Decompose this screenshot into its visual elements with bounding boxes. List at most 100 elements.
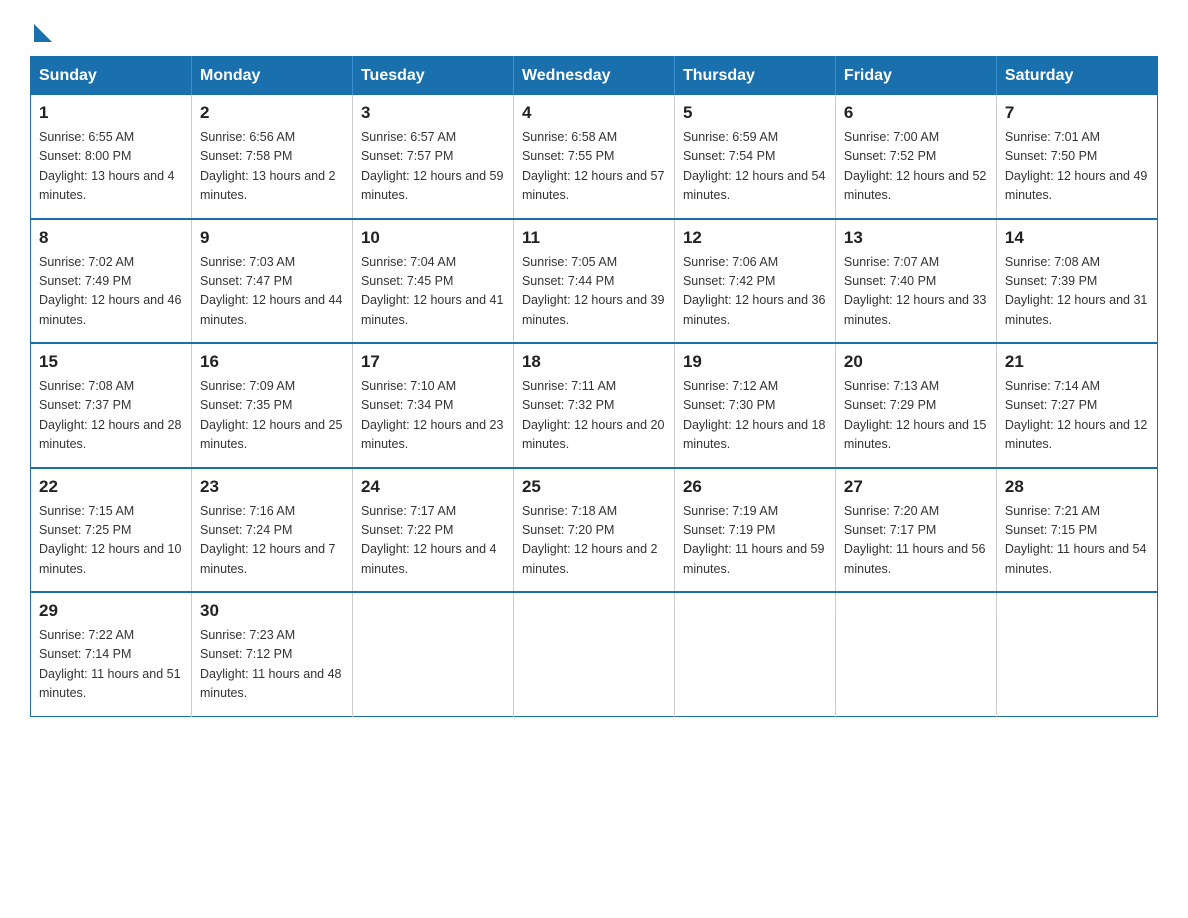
day-number: 2 [200,103,344,123]
calendar-week-row: 29 Sunrise: 7:22 AMSunset: 7:14 PMDayligh… [31,592,1158,716]
day-number: 5 [683,103,827,123]
day-sun-info: Sunrise: 7:15 AMSunset: 7:25 PMDaylight:… [39,502,183,580]
day-sun-info: Sunrise: 7:19 AMSunset: 7:19 PMDaylight:… [683,502,827,580]
calendar-cell: 16 Sunrise: 7:09 AMSunset: 7:35 PMDayligh… [191,343,352,468]
day-number: 8 [39,228,183,248]
calendar-cell: 8 Sunrise: 7:02 AMSunset: 7:49 PMDaylight… [31,219,192,344]
day-sun-info: Sunrise: 7:20 AMSunset: 7:17 PMDaylight:… [844,502,988,580]
calendar-week-row: 15 Sunrise: 7:08 AMSunset: 7:37 PMDayligh… [31,343,1158,468]
day-sun-info: Sunrise: 6:55 AMSunset: 8:00 PMDaylight:… [39,128,183,206]
day-sun-info: Sunrise: 7:04 AMSunset: 7:45 PMDaylight:… [361,253,505,331]
day-number: 4 [522,103,666,123]
calendar-cell: 30Sunrise: 7:23 AMSunset: 7:12 PMDayligh… [191,592,352,716]
day-sun-info: Sunrise: 7:01 AMSunset: 7:50 PMDaylight:… [1005,128,1149,206]
day-number: 17 [361,352,505,372]
day-sun-info: Sunrise: 7:09 AMSunset: 7:35 PMDaylight:… [200,377,344,455]
day-sun-info: Sunrise: 7:10 AMSunset: 7:34 PMDaylight:… [361,377,505,455]
calendar-cell: 4 Sunrise: 6:58 AMSunset: 7:55 PMDaylight… [513,95,674,219]
day-number: 26 [683,477,827,497]
day-of-week-header: Tuesday [352,57,513,96]
day-sun-info: Sunrise: 7:18 AMSunset: 7:20 PMDaylight:… [522,502,666,580]
calendar-cell: 20Sunrise: 7:13 AMSunset: 7:29 PMDayligh… [835,343,996,468]
day-number: 14 [1005,228,1149,248]
day-sun-info: Sunrise: 6:58 AMSunset: 7:55 PMDaylight:… [522,128,666,206]
calendar-cell: 23 Sunrise: 7:16 AMSunset: 7:24 PMDayligh… [191,468,352,593]
calendar-cell: 9 Sunrise: 7:03 AMSunset: 7:47 PMDaylight… [191,219,352,344]
calendar-cell [835,592,996,716]
calendar-cell: 22 Sunrise: 7:15 AMSunset: 7:25 PMDayligh… [31,468,192,593]
day-sun-info: Sunrise: 7:12 AMSunset: 7:30 PMDaylight:… [683,377,827,455]
day-number: 24 [361,477,505,497]
day-sun-info: Sunrise: 6:57 AMSunset: 7:57 PMDaylight:… [361,128,505,206]
page-header [30,20,1158,38]
day-of-week-header: Saturday [996,57,1157,96]
day-number: 19 [683,352,827,372]
calendar-cell: 3 Sunrise: 6:57 AMSunset: 7:57 PMDaylight… [352,95,513,219]
day-sun-info: Sunrise: 7:11 AMSunset: 7:32 PMDaylight:… [522,377,666,455]
calendar-cell: 19 Sunrise: 7:12 AMSunset: 7:30 PMDayligh… [674,343,835,468]
day-of-week-header: Sunday [31,57,192,96]
day-sun-info: Sunrise: 7:06 AMSunset: 7:42 PMDaylight:… [683,253,827,331]
days-header-row: SundayMondayTuesdayWednesdayThursdayFrid… [31,57,1158,96]
calendar-cell: 2 Sunrise: 6:56 AMSunset: 7:58 PMDaylight… [191,95,352,219]
calendar-cell: 13 Sunrise: 7:07 AMSunset: 7:40 PMDayligh… [835,219,996,344]
calendar-cell: 11 Sunrise: 7:05 AMSunset: 7:44 PMDayligh… [513,219,674,344]
day-number: 9 [200,228,344,248]
day-number: 3 [361,103,505,123]
calendar-cell [674,592,835,716]
calendar-cell: 14Sunrise: 7:08 AMSunset: 7:39 PMDayligh… [996,219,1157,344]
calendar-week-row: 8 Sunrise: 7:02 AMSunset: 7:49 PMDaylight… [31,219,1158,344]
day-of-week-header: Wednesday [513,57,674,96]
calendar-cell [352,592,513,716]
calendar-week-row: 1 Sunrise: 6:55 AMSunset: 8:00 PMDaylight… [31,95,1158,219]
calendar-cell: 26 Sunrise: 7:19 AMSunset: 7:19 PMDayligh… [674,468,835,593]
calendar-cell: 15 Sunrise: 7:08 AMSunset: 7:37 PMDayligh… [31,343,192,468]
day-number: 30 [200,601,344,621]
day-sun-info: Sunrise: 6:59 AMSunset: 7:54 PMDaylight:… [683,128,827,206]
day-number: 10 [361,228,505,248]
day-sun-info: Sunrise: 7:17 AMSunset: 7:22 PMDaylight:… [361,502,505,580]
day-number: 21 [1005,352,1149,372]
day-sun-info: Sunrise: 7:21 AMSunset: 7:15 PMDaylight:… [1005,502,1149,580]
calendar-cell: 12 Sunrise: 7:06 AMSunset: 7:42 PMDayligh… [674,219,835,344]
calendar-cell: 17 Sunrise: 7:10 AMSunset: 7:34 PMDayligh… [352,343,513,468]
day-number: 6 [844,103,988,123]
calendar-cell: 5 Sunrise: 6:59 AMSunset: 7:54 PMDaylight… [674,95,835,219]
day-sun-info: Sunrise: 7:00 AMSunset: 7:52 PMDaylight:… [844,128,988,206]
day-sun-info: Sunrise: 7:03 AMSunset: 7:47 PMDaylight:… [200,253,344,331]
logo-triangle-icon [34,24,52,42]
day-number: 27 [844,477,988,497]
day-number: 28 [1005,477,1149,497]
calendar-cell: 27 Sunrise: 7:20 AMSunset: 7:17 PMDayligh… [835,468,996,593]
day-number: 23 [200,477,344,497]
day-number: 15 [39,352,183,372]
day-sun-info: Sunrise: 7:16 AMSunset: 7:24 PMDaylight:… [200,502,344,580]
day-number: 11 [522,228,666,248]
calendar-cell: 6 Sunrise: 7:00 AMSunset: 7:52 PMDaylight… [835,95,996,219]
calendar-cell: 25Sunrise: 7:18 AMSunset: 7:20 PMDayligh… [513,468,674,593]
calendar-cell: 28 Sunrise: 7:21 AMSunset: 7:15 PMDayligh… [996,468,1157,593]
calendar-cell [996,592,1157,716]
day-of-week-header: Thursday [674,57,835,96]
calendar-cell: 7 Sunrise: 7:01 AMSunset: 7:50 PMDaylight… [996,95,1157,219]
logo [30,20,52,38]
day-number: 12 [683,228,827,248]
calendar-cell: 21 Sunrise: 7:14 AMSunset: 7:27 PMDayligh… [996,343,1157,468]
day-number: 29 [39,601,183,621]
day-sun-info: Sunrise: 7:08 AMSunset: 7:37 PMDaylight:… [39,377,183,455]
day-number: 13 [844,228,988,248]
calendar-week-row: 22 Sunrise: 7:15 AMSunset: 7:25 PMDayligh… [31,468,1158,593]
day-sun-info: Sunrise: 7:13 AMSunset: 7:29 PMDaylight:… [844,377,988,455]
day-number: 16 [200,352,344,372]
day-sun-info: Sunrise: 7:07 AMSunset: 7:40 PMDaylight:… [844,253,988,331]
day-number: 22 [39,477,183,497]
day-sun-info: Sunrise: 7:22 AMSunset: 7:14 PMDaylight:… [39,626,183,704]
day-number: 7 [1005,103,1149,123]
day-sun-info: Sunrise: 7:14 AMSunset: 7:27 PMDaylight:… [1005,377,1149,455]
calendar-cell: 29 Sunrise: 7:22 AMSunset: 7:14 PMDayligh… [31,592,192,716]
day-sun-info: Sunrise: 6:56 AMSunset: 7:58 PMDaylight:… [200,128,344,206]
day-sun-info: Sunrise: 7:05 AMSunset: 7:44 PMDaylight:… [522,253,666,331]
day-of-week-header: Monday [191,57,352,96]
day-sun-info: Sunrise: 7:02 AMSunset: 7:49 PMDaylight:… [39,253,183,331]
day-number: 1 [39,103,183,123]
